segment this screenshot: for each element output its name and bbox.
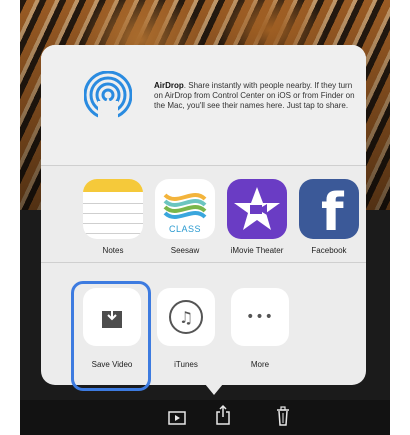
imovie-star-icon bbox=[227, 179, 287, 239]
trash-icon[interactable] bbox=[272, 406, 294, 426]
more-icon-text: ••• bbox=[246, 309, 274, 325]
app-label: iMovie Theater bbox=[230, 246, 284, 255]
app-label: Notes bbox=[102, 246, 124, 255]
facebook-icon-text: f bbox=[321, 183, 344, 239]
airdrop-description: AirDrop. Share instantly with people nea… bbox=[154, 81, 359, 111]
bottom-toolbar bbox=[20, 400, 390, 435]
apps-row: Notes CLASS Seesaw iMovie Theater f Face… bbox=[41, 166, 366, 261]
action-label: iTunes bbox=[174, 360, 198, 369]
notes-icon bbox=[83, 179, 143, 239]
airdrop-body: . Share instantly with people nearby. If… bbox=[154, 81, 355, 110]
seesaw-icon-text: CLASS bbox=[168, 224, 201, 234]
more-icon: ••• bbox=[231, 288, 289, 346]
app-label: Seesaw bbox=[170, 246, 200, 255]
action-label: More bbox=[250, 360, 270, 369]
airdrop-icon bbox=[83, 70, 133, 120]
play-icon[interactable] bbox=[166, 408, 188, 428]
itunes-icon-text: ♫ bbox=[169, 300, 203, 334]
music-note-icon: ♫ bbox=[157, 288, 215, 346]
save-video-highlight bbox=[71, 281, 151, 391]
airdrop-section: AirDrop. Share instantly with people nea… bbox=[41, 45, 366, 165]
seesaw-icon: CLASS bbox=[155, 179, 215, 239]
app-label: Facebook bbox=[311, 246, 347, 255]
popover-arrow bbox=[205, 384, 223, 395]
facebook-icon: f bbox=[299, 179, 359, 239]
airdrop-title: AirDrop bbox=[154, 81, 184, 90]
share-icon[interactable] bbox=[212, 404, 234, 425]
